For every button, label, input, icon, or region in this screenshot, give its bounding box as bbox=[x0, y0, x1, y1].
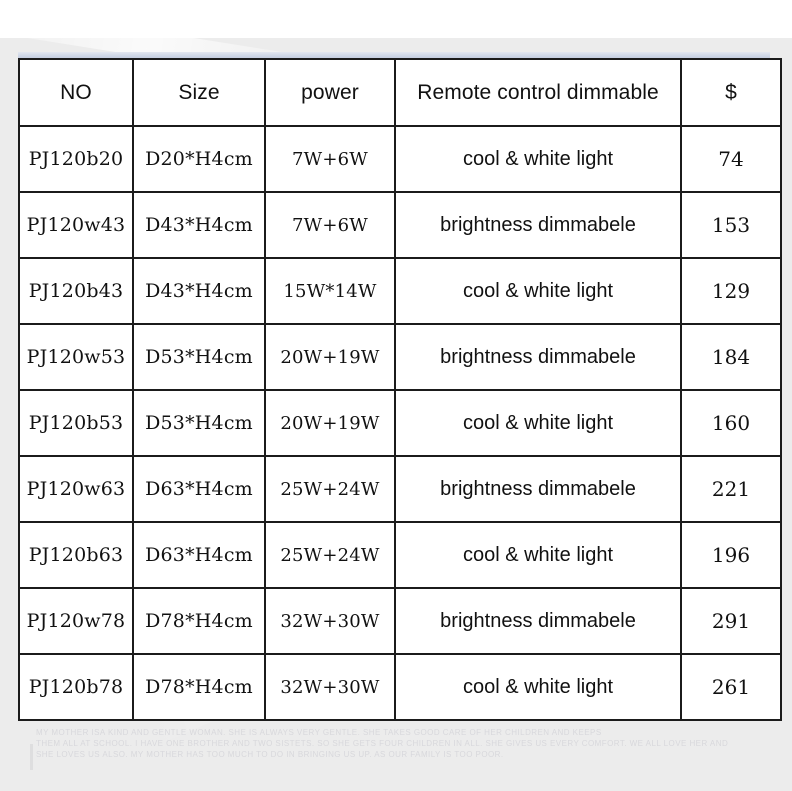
cell-price: 221 bbox=[680, 455, 782, 523]
table-row: PJ120b78 D78*H4cm 32W+30W cool & white l… bbox=[18, 653, 782, 721]
column-header-size: Size bbox=[132, 58, 266, 127]
table-row: PJ120b63 D63*H4cm 25W+24W cool & white l… bbox=[18, 521, 782, 589]
cell-dimmable: brightness dimmabele bbox=[394, 455, 682, 523]
cell-no: PJ120w63 bbox=[18, 455, 134, 523]
cell-size: D43*H4cm bbox=[132, 191, 266, 259]
cell-price: 160 bbox=[680, 389, 782, 457]
table-row: PJ120w53 D53*H4cm 20W+19W brightness dim… bbox=[18, 323, 782, 391]
cell-price: 291 bbox=[680, 587, 782, 655]
cell-size: D63*H4cm bbox=[132, 521, 266, 589]
cell-dimmable: cool & white light bbox=[394, 389, 682, 457]
cell-size: D20*H4cm bbox=[132, 125, 266, 193]
cell-size: D53*H4cm bbox=[132, 389, 266, 457]
product-spec-table: NO Size power Remote control dimmable $ … bbox=[18, 58, 782, 721]
cell-size: D78*H4cm bbox=[132, 587, 266, 655]
cell-power: 20W+19W bbox=[264, 389, 396, 457]
cell-dimmable: cool & white light bbox=[394, 125, 682, 193]
cell-no: PJ120w53 bbox=[18, 323, 134, 391]
cell-dimmable: cool & white light bbox=[394, 521, 682, 589]
cell-power: 32W+30W bbox=[264, 653, 396, 721]
table-row: PJ120b43 D43*H4cm 15W*14W cool & white l… bbox=[18, 257, 782, 325]
cell-power: 32W+30W bbox=[264, 587, 396, 655]
cell-no: PJ120w78 bbox=[18, 587, 134, 655]
cell-no: PJ120b63 bbox=[18, 521, 134, 589]
table-row: PJ120w43 D43*H4cm 7W+6W brightness dimma… bbox=[18, 191, 782, 259]
footer-watermark-note: MY MOTHER ISA KIND AND GENTLE WOMAN. SHE… bbox=[36, 727, 736, 760]
cell-no: PJ120b53 bbox=[18, 389, 134, 457]
cell-size: D53*H4cm bbox=[132, 323, 266, 391]
table-row: PJ120b53 D53*H4cm 20W+19W cool & white l… bbox=[18, 389, 782, 457]
column-header-price: $ bbox=[680, 58, 782, 127]
cell-no: PJ120b43 bbox=[18, 257, 134, 325]
column-header-remote-control-dimmable: Remote control dimmable bbox=[394, 58, 682, 127]
cell-power: 7W+6W bbox=[264, 191, 396, 259]
cell-dimmable: brightness dimmabele bbox=[394, 587, 682, 655]
cell-price: 261 bbox=[680, 653, 782, 721]
cell-price: 153 bbox=[680, 191, 782, 259]
cell-dimmable: brightness dimmabele bbox=[394, 191, 682, 259]
table-body: PJ120b20 D20*H4cm 7W+6W cool & white lig… bbox=[18, 125, 782, 721]
cell-price: 129 bbox=[680, 257, 782, 325]
cell-dimmable: cool & white light bbox=[394, 653, 682, 721]
table-row: PJ120w78 D78*H4cm 32W+30W brightness dim… bbox=[18, 587, 782, 655]
cell-power: 20W+19W bbox=[264, 323, 396, 391]
table-row: PJ120w63 D63*H4cm 25W+24W brightness dim… bbox=[18, 455, 782, 523]
column-header-no: NO bbox=[18, 58, 134, 127]
cell-price: 196 bbox=[680, 521, 782, 589]
cell-power: 15W*14W bbox=[264, 257, 396, 325]
page-root: NO Size power Remote control dimmable $ … bbox=[0, 0, 792, 791]
cell-size: D78*H4cm bbox=[132, 653, 266, 721]
cell-size: D63*H4cm bbox=[132, 455, 266, 523]
cell-no: PJ120b78 bbox=[18, 653, 134, 721]
cell-size: D43*H4cm bbox=[132, 257, 266, 325]
cell-no: PJ120b20 bbox=[18, 125, 134, 193]
footer-note-line-1: MY MOTHER ISA KIND AND GENTLE WOMAN. SHE… bbox=[36, 728, 602, 737]
cell-no: PJ120w43 bbox=[18, 191, 134, 259]
cell-power: 25W+24W bbox=[264, 455, 396, 523]
cell-dimmable: cool & white light bbox=[394, 257, 682, 325]
table-row: PJ120b20 D20*H4cm 7W+6W cool & white lig… bbox=[18, 125, 782, 193]
cell-dimmable: brightness dimmabele bbox=[394, 323, 682, 391]
footer-accent-bar bbox=[30, 744, 33, 770]
cell-power: 7W+6W bbox=[264, 125, 396, 193]
table-header-row: NO Size power Remote control dimmable $ bbox=[18, 58, 782, 127]
cell-power: 25W+24W bbox=[264, 521, 396, 589]
cell-price: 184 bbox=[680, 323, 782, 391]
footer-note-line-3: SHE LOVES US ALSO. MY MOTHER HAS TOO MUC… bbox=[36, 750, 504, 759]
table-header: NO Size power Remote control dimmable $ bbox=[18, 58, 782, 127]
column-header-power: power bbox=[264, 58, 396, 127]
cell-price: 74 bbox=[680, 125, 782, 193]
footer-note-line-2: THEM ALL AT SCHOOL. I HAVE ONE BROTHER A… bbox=[36, 739, 729, 748]
